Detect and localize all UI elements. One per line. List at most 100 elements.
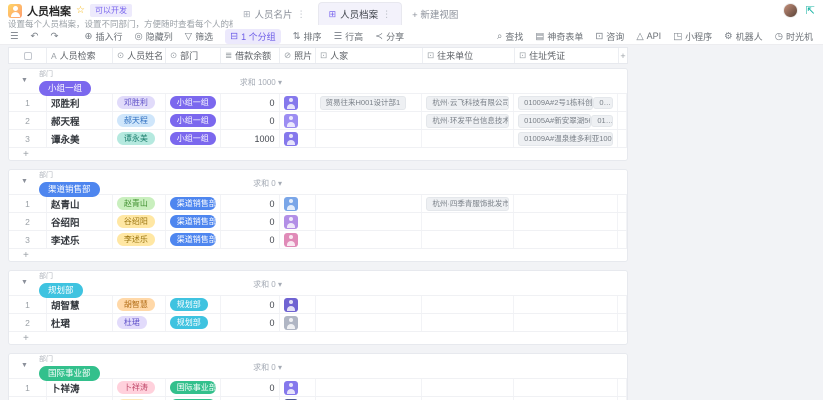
cell-linked-record[interactable]: 杭州·环发平台信息技术有… xyxy=(422,112,514,129)
row-number[interactable]: 2 xyxy=(9,112,47,129)
add-column[interactable]: + xyxy=(619,48,627,63)
cell-department[interactable]: 渠道销售部 xyxy=(166,213,221,230)
column-people-search[interactable]: A人员检索 xyxy=(47,48,113,63)
cell-loan-balance[interactable]: 0 xyxy=(221,379,280,396)
linked-record-chip[interactable]: 01… xyxy=(591,115,613,127)
photo-thumbnail[interactable] xyxy=(284,96,298,110)
cell-photo[interactable] xyxy=(280,195,316,212)
view-tab-people-cards[interactable]: ⊞ 人员名片 ⋮ xyxy=(233,3,316,25)
tab-more-icon[interactable]: ⋮ xyxy=(297,9,306,20)
undo-icon[interactable]: ↶ xyxy=(31,31,39,42)
cell-linked-record[interactable]: 01009A#2号1栋科创豪庭8000… xyxy=(514,94,618,111)
cell-linked-record[interactable]: 01009A#温泉维多利亚1000 xyxy=(514,130,618,147)
row-number[interactable]: 1 xyxy=(9,379,47,396)
row-number[interactable]: 3 xyxy=(9,130,47,147)
tab-more-icon[interactable]: ⋮ xyxy=(382,9,391,20)
column-person-name[interactable]: ⊙人员姓名 xyxy=(113,48,166,63)
cell-person-search[interactable]: 谷绍阳 xyxy=(47,213,113,230)
cell-linked-record[interactable] xyxy=(422,296,514,313)
cell-person-search[interactable]: 杜珺 xyxy=(47,314,113,331)
collapse-group-icon[interactable]: ▼ xyxy=(21,279,28,286)
cell-linked-record[interactable] xyxy=(422,314,514,331)
column-photo[interactable]: ⊘照片 xyxy=(280,48,316,63)
toolbar-item-神奇表单[interactable]: ▤神奇表单 xyxy=(535,30,583,43)
collapse-group-icon[interactable]: ▼ xyxy=(21,362,28,369)
cell-linked-record[interactable] xyxy=(316,130,423,147)
row-number[interactable]: 3 xyxy=(9,231,47,248)
cell-loan-balance[interactable]: 0 xyxy=(221,296,280,313)
column-partner-company[interactable]: ⊡往来单位 xyxy=(423,48,515,63)
cell-department[interactable]: 渠道销售部 xyxy=(166,231,221,248)
cell-person-name[interactable]: 卜祥涛 xyxy=(113,379,166,396)
cell-linked-record[interactable] xyxy=(514,296,618,313)
cell-photo[interactable] xyxy=(280,213,316,230)
row-number[interactable]: 2 xyxy=(9,314,47,331)
collaborate-share-icon[interactable]: ⇱ xyxy=(806,4,815,17)
cell-department[interactable]: 渠道销售部 xyxy=(166,195,221,212)
cell-person-name[interactable]: 胡智慧 xyxy=(113,296,166,313)
toolbar-item-隐藏列[interactable]: ◎隐藏列 xyxy=(134,29,172,44)
linked-record-chip[interactable]: 杭州·环发平台信息技术有… xyxy=(426,114,509,128)
add-row-button[interactable]: + xyxy=(9,331,627,344)
toolbar-item-插入行[interactable]: ⊕插入行 xyxy=(84,29,122,44)
linked-record-chip[interactable]: 0… xyxy=(593,97,613,109)
cell-photo[interactable] xyxy=(280,379,316,396)
cell-department[interactable]: 小组一组 xyxy=(166,94,221,111)
cell-department[interactable]: 规划部 xyxy=(166,314,221,331)
cell-person-search[interactable]: 赵青山 xyxy=(47,195,113,212)
cell-linked-record[interactable] xyxy=(422,231,514,248)
cell-person-name[interactable]: 谷绍阳 xyxy=(113,213,166,230)
add-row-button[interactable]: + xyxy=(9,248,627,261)
photo-thumbnail[interactable] xyxy=(284,233,298,247)
row-number[interactable]: 1 xyxy=(9,296,47,313)
linked-record-chip[interactable]: 01009A#温泉维多利亚1000 xyxy=(518,132,613,146)
toolbar-item-机器人[interactable]: ⚙机器人 xyxy=(724,30,763,43)
column-loan-balance[interactable]: ≣借款余额 xyxy=(221,48,280,63)
cell-linked-record[interactable] xyxy=(514,231,618,248)
cell-linked-record[interactable] xyxy=(422,213,514,230)
linked-record-chip[interactable]: 01005A#新安翠湖56栋200000 xyxy=(518,114,591,128)
new-view-button[interactable]: + 新建视图 xyxy=(404,3,466,25)
photo-thumbnail[interactable] xyxy=(284,114,298,128)
cell-person-name[interactable]: 郝天程 xyxy=(113,112,166,129)
group-summary[interactable]: 求和 1000 ▾ xyxy=(194,77,282,88)
cell-department[interactable]: 小组一组 xyxy=(166,112,221,129)
column-family[interactable]: ⊡人家 xyxy=(316,48,423,63)
group-summary[interactable]: 求和 0 ▾ xyxy=(194,362,282,373)
cell-linked-record[interactable] xyxy=(422,379,514,396)
cell-person-name[interactable]: 杜珺 xyxy=(113,314,166,331)
cell-loan-balance[interactable]: 1000 xyxy=(221,130,280,147)
cell-photo[interactable] xyxy=(280,130,316,147)
group-summary[interactable]: 求和 0 ▾ xyxy=(194,279,282,290)
cell-loan-balance[interactable]: 0 xyxy=(221,314,280,331)
cell-person-search[interactable]: 李述乐 xyxy=(47,231,113,248)
cell-department[interactable]: 小组一组 xyxy=(166,130,221,147)
toolbar-item-排序[interactable]: ⇅排序 xyxy=(293,29,322,44)
cell-department[interactable]: 规划部 xyxy=(166,296,221,313)
cell-department[interactable]: 国际事业部 xyxy=(166,379,221,396)
cell-person-search[interactable]: 邓胜利 xyxy=(47,94,113,111)
select-all-checkbox[interactable] xyxy=(24,52,32,60)
cell-person-name[interactable]: 谭永美 xyxy=(113,130,166,147)
cell-photo[interactable] xyxy=(280,314,316,331)
cell-loan-balance[interactable]: 0 xyxy=(221,195,280,212)
cell-linked-record[interactable] xyxy=(514,213,618,230)
photo-thumbnail[interactable] xyxy=(284,381,298,395)
cell-loan-balance[interactable]: 0 xyxy=(221,213,280,230)
group-summary[interactable]: 求和 0 ▾ xyxy=(194,178,282,189)
sidebar-toggle-icon[interactable]: ☰ xyxy=(10,31,19,42)
cell-photo[interactable] xyxy=(280,296,316,313)
cell-linked-record[interactable]: 贸易往来H001设计部1 xyxy=(316,94,423,111)
toolbar-item-1 个分组[interactable]: ⊟1 个分组 xyxy=(225,29,280,44)
cell-linked-record[interactable] xyxy=(316,231,423,248)
linked-record-chip[interactable]: 杭州·四季青服饰批发市场 xyxy=(426,197,509,211)
collapse-group-icon[interactable]: ▼ xyxy=(21,178,28,185)
add-row-button[interactable]: + xyxy=(9,147,627,160)
cell-linked-record[interactable] xyxy=(316,314,423,331)
linked-record-chip[interactable]: 01009A#2号1栋科创豪庭800 xyxy=(518,96,593,110)
toolbar-item-分享[interactable]: ≺分享 xyxy=(375,29,404,44)
cell-loan-balance[interactable]: 0 xyxy=(221,231,280,248)
cell-person-name[interactable]: 李述乐 xyxy=(113,231,166,248)
cell-person-search[interactable]: 卜祥涛 xyxy=(47,379,113,396)
star-favorite-icon[interactable]: ☆ xyxy=(76,5,85,16)
